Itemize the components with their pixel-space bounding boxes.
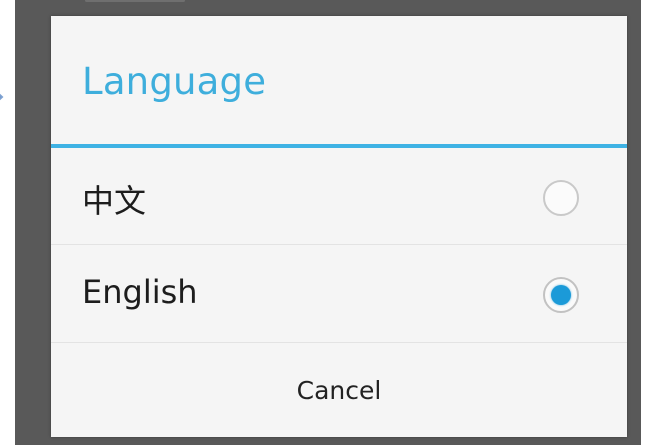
radio-checked-icon[interactable] xyxy=(543,277,579,313)
arrow-right-icon xyxy=(0,93,4,101)
language-option-label: 中文 xyxy=(82,182,147,220)
dialog-title: Language xyxy=(82,60,267,103)
language-dialog: Language 中文 English Cancel xyxy=(51,16,627,437)
radio-unchecked-icon[interactable] xyxy=(543,180,579,216)
language-option-english[interactable]: English xyxy=(51,245,627,341)
background-text-fragment xyxy=(85,0,205,4)
radio-selected-dot xyxy=(551,285,571,305)
language-option-label: English xyxy=(82,273,198,311)
cancel-button[interactable]: Cancel xyxy=(51,343,627,437)
language-option-chinese[interactable]: 中文 xyxy=(51,148,627,244)
